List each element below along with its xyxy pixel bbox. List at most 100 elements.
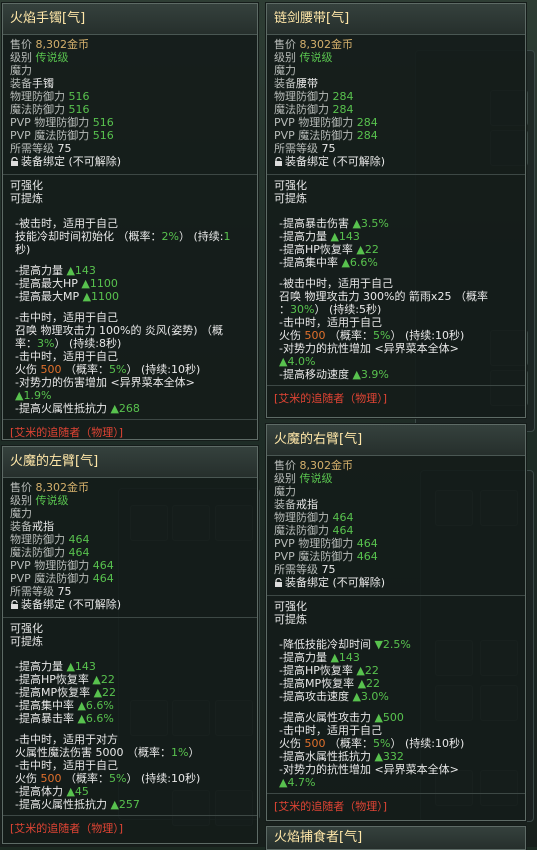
defense-stat: 魔法防御力 516 [10, 103, 250, 116]
option-line: ▲4.7% [274, 776, 518, 789]
option-text: -击中时，适用于自己 [279, 316, 382, 329]
option-line: -对势力的抗性增加 <异界菜本全体> [274, 763, 518, 776]
option-line: -被击时，适用于自己 [10, 217, 250, 230]
refine-label: 可提炼 [274, 192, 307, 205]
divider [267, 385, 525, 386]
item-grade-label: 级别 [274, 472, 296, 485]
option-text: -提高火属性攻击力 [279, 711, 375, 724]
sell-price: 售价 8,302金币 [274, 459, 518, 472]
equip-slot-label: 装备 [274, 498, 296, 511]
option-value: ▲22 [92, 673, 115, 686]
required-level-value: 75 [321, 563, 336, 576]
sell-price-label: 售价 [10, 38, 32, 51]
option-line: -提高HP恢复率 ▲22 [274, 664, 518, 677]
equip-slot-value: 腰带 [296, 77, 318, 90]
defense-stat-label: PVP 物理防御力 [274, 537, 354, 550]
defense-stat-label: PVP 物理防御力 [10, 559, 90, 572]
item-title: 火魔的右臂[气] [267, 425, 525, 456]
equip-slot: 装备手镯 [10, 77, 250, 90]
defense-stat-label: 魔法防御力 [274, 103, 329, 116]
option-text: -提高最大HP [15, 277, 82, 290]
option-text: -提高集中率 [15, 699, 78, 712]
defense-stat-label: 魔法防御力 [274, 524, 329, 537]
option-line: 率：3%） (持续:8秒) [10, 337, 250, 350]
item-grade-value: 传说级 [35, 51, 69, 64]
option-line: -击中时，适用于对方 [10, 733, 250, 746]
bind-status-text: 装备绑定 (不可解除) [285, 576, 386, 589]
option-value: ▲1100 [82, 290, 120, 303]
set-name: [艾米的追随者（物理）] [274, 392, 388, 405]
option-value: 2% [161, 230, 179, 243]
refine-label: 可提炼 [10, 192, 43, 205]
defense-stat: PVP 物理防御力 284 [274, 116, 518, 129]
option-text: -提高HP恢复率 [279, 243, 357, 256]
defense-stat: 魔法防御力 464 [10, 546, 250, 559]
option-text: -击中时，适用于自己 [279, 724, 382, 737]
option-text: 火伤 [15, 363, 41, 376]
enhance-label: 可强化 [10, 179, 43, 192]
option-text: -提高MP恢复率 [279, 677, 358, 690]
option-value: ▲1.9% [15, 389, 52, 402]
tooltip-body: 售价 8,302金币 级别 传说级 魔力 装备手镯 物理防御力 516 魔法防御力 516… [3, 35, 257, 439]
option-text: -降低技能冷却时间 [279, 638, 375, 651]
defense-stat-value: 284 [332, 103, 354, 116]
option-line: 技能冷却时间初始化 （概率：2%） (持续:1 [10, 230, 250, 243]
defense-stat-value: 464 [92, 572, 114, 585]
option-text: （概率： [61, 772, 109, 785]
option-text: -提高力量 [15, 264, 67, 277]
required-level: 所需等级 75 [10, 142, 250, 155]
option-line: 火属性魔法伤害 5000 （概率：1%） [10, 746, 250, 759]
option-text: 技能冷却时间初始化 （概率： [15, 230, 162, 243]
set-name: [艾米的追随者（物理）] [10, 426, 124, 439]
item-grade: 级别 传说级 [274, 51, 518, 64]
item-title: 火焰捕食者[气] [267, 827, 525, 849]
option-line: -提高力量 ▲143 [274, 230, 518, 243]
option-text: （概率： [61, 363, 109, 376]
option-line: -击中时，适用于自己 [10, 311, 250, 324]
magic-label: 魔力 [10, 507, 32, 520]
option-text: ） [188, 746, 200, 759]
item-tooltip-fire-demon-right-arm: 火魔的右臂[气] 售价 8,302金币 级别 传说级 魔力 装备戒指 物理防御力 464 魔… [265, 423, 527, 822]
required-level-value: 75 [57, 142, 72, 155]
option-text: -提高体力 [15, 785, 67, 798]
option-line: -对势力的抗性增加 <异界菜本全体> [274, 342, 518, 355]
defense-stat-label: 物理防御力 [10, 533, 65, 546]
option-line: -提高集中率 ▲6.6% [274, 256, 518, 269]
option-fire-value: 500 [304, 329, 326, 342]
defense-stat: 魔法防御力 284 [274, 103, 518, 116]
option-value: ▲22 [93, 686, 117, 699]
option-line: ▲4.0% [274, 355, 518, 368]
defense-stat-value: 516 [92, 116, 114, 129]
option-text: -提高暴击率 [15, 712, 78, 725]
defense-stat-value: 464 [356, 537, 378, 550]
option-value: ▲4.7% [279, 776, 316, 789]
item-title: 火魔的左臂[气] [3, 447, 257, 478]
divider [267, 168, 525, 175]
option-line: 火伤 500 （概率：5%） (持续:10秒) [10, 363, 250, 376]
option-value: ▲1100 [81, 277, 118, 290]
defense-stat: PVP 物理防御力 464 [10, 559, 250, 572]
option-value: ▲22 [356, 664, 379, 677]
equip-slot: 装备戒指 [10, 520, 250, 533]
defense-stat-value: 464 [332, 524, 354, 537]
defense-stat-label: PVP 魔法防御力 [10, 129, 90, 142]
option-text: -提高暴击伤害 [279, 217, 353, 230]
defense-stat-value: 464 [332, 511, 354, 524]
defense-stat-value: 516 [92, 129, 114, 142]
option-line: -提高MP恢复率 ▲22 [10, 686, 250, 699]
option-line: -提高HP恢复率 ▲22 [10, 673, 250, 686]
option-line: -提高集中率 ▲6.6% [10, 699, 250, 712]
equip-slot-value: 戒指 [296, 498, 318, 511]
defense-stat: PVP 魔法防御力 516 [10, 129, 250, 142]
item-grade-label: 级别 [10, 494, 32, 507]
option-line: -提高体力 ▲45 [10, 785, 250, 798]
option-line: 秒) [10, 243, 250, 256]
option-line: -降低技能冷却时间 ▼2.5% [274, 638, 518, 651]
tooltip-body: 售价 8,302金币 级别 传说级 魔力 装备戒指 物理防御力 464 魔法防御力 464… [267, 456, 525, 813]
item-tooltip-fire-bracelet: 火焰手镯[气] 售价 8,302金币 级别 传说级 魔力 装备手镯 物理防御力 516 魔法… [1, 2, 259, 441]
option-text: -提高MP恢复率 [15, 686, 94, 699]
required-level-value: 75 [57, 585, 72, 598]
